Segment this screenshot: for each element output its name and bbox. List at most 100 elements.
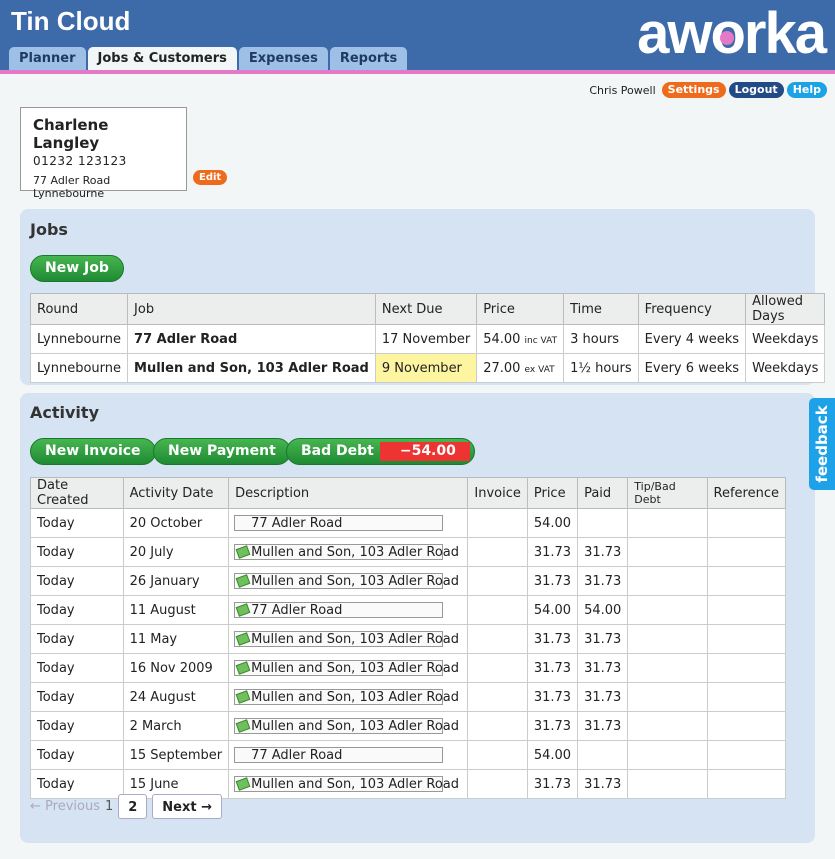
activity-description[interactable]: Mullen and Son, 103 Adler Road: [234, 689, 459, 705]
new-job-button[interactable]: New Job: [30, 255, 124, 282]
jobs-col-header: Allowed Days: [745, 293, 826, 325]
jobs-heading: Jobs: [30, 220, 68, 239]
tab-planner[interactable]: Planner: [9, 47, 86, 70]
activity-description[interactable]: Mullen and Son, 103 Adler Road: [234, 544, 459, 560]
activity-description-cell: 77 Adler Road: [228, 740, 469, 770]
activity-row[interactable]: Today 24 August Mullen and Son, 103 Adler …: [30, 682, 786, 712]
activity-tip: [627, 508, 708, 538]
job-vat-label: ex VAT: [524, 364, 555, 375]
activity-paid: 31.73: [577, 769, 629, 799]
next-button[interactable]: Next →: [152, 794, 223, 819]
activity-description-text: 77 Adler Road: [251, 516, 343, 531]
activity-row[interactable]: Today 16 Nov 2009 Mullen and Son, 103 Adle…: [30, 653, 786, 683]
page-2-button[interactable]: 2: [118, 794, 148, 819]
activity-row[interactable]: Today 2 March Mullen and Son, 103 Adler Ro…: [30, 711, 786, 741]
activity-description[interactable]: Mullen and Son, 103 Adler Road: [234, 718, 459, 734]
activity-description[interactable]: Mullen and Son, 103 Adler Road: [234, 776, 459, 792]
job-frequency: Every 6 weeks: [637, 353, 747, 383]
activity-date: 11 August: [122, 595, 230, 625]
activity-description-text: Mullen and Son, 103 Adler Road: [251, 632, 460, 647]
help-button[interactable]: Help: [786, 82, 827, 98]
activity-description-text: Mullen and Son, 103 Adler Road: [251, 777, 460, 792]
activity-description-cell: Mullen and Son, 103 Adler Road: [228, 653, 469, 683]
activity-date: 15 September: [122, 740, 230, 770]
activity-description-cell: Mullen and Son, 103 Adler Road: [228, 711, 469, 741]
activity-created: Today: [30, 740, 124, 770]
address-line-2: Lynnebourne: [33, 187, 105, 200]
activity-heading: Activity: [30, 403, 99, 422]
activity-col-header: Reference: [706, 477, 786, 509]
activity-invoice: [467, 711, 528, 741]
job-next-due: 17 November: [374, 324, 478, 354]
activity-row[interactable]: Today 20 October 77 Adler Road 54.00: [30, 508, 786, 538]
activity-reference: [706, 595, 786, 625]
job-row[interactable]: Lynnebourne 77 Adler Road 17 November 54.00…: [29, 324, 826, 354]
activity-row[interactable]: Today 26 January Mullen and Son, 103 Adler…: [30, 566, 786, 596]
header-stripe: [0, 70, 835, 74]
activity-paid: 31.73: [577, 624, 629, 654]
activity-created: Today: [30, 595, 124, 625]
activity-description[interactable]: Mullen and Son, 103 Adler Road: [234, 631, 459, 647]
activity-reference: [706, 624, 786, 654]
activity-row[interactable]: Today 20 July Mullen and Son, 103 Adler Ro…: [30, 537, 786, 567]
activity-paid: [577, 740, 629, 770]
activity-paid: 54.00: [577, 595, 629, 625]
activity-paid: 31.73: [577, 711, 629, 741]
activity-reference: [706, 682, 786, 712]
job-row[interactable]: Lynnebourne Mullen and Son, 103 Adler Roa…: [29, 353, 826, 383]
new-payment-button[interactable]: New Payment: [153, 438, 291, 465]
previous-link[interactable]: ← Previous: [30, 799, 100, 814]
activity-price: 31.73: [526, 682, 579, 712]
activity-paid: 31.73: [577, 682, 629, 712]
activity-price: 54.00: [526, 595, 579, 625]
activity-description[interactable]: Mullen and Son, 103 Adler Road: [234, 573, 459, 589]
jobs-col-header: Price: [476, 293, 565, 325]
tab-expenses[interactable]: Expenses: [238, 47, 328, 70]
app-title[interactable]: Tin Cloud: [11, 6, 130, 37]
activity-date: 11 May: [122, 624, 230, 654]
feedback-tab[interactable]: feedback: [809, 398, 835, 490]
activity-invoice: [467, 740, 528, 770]
activity-invoice: [467, 653, 528, 683]
activity-reference: [706, 653, 786, 683]
activity-col-header: Paid: [577, 477, 629, 509]
activity-tip: [627, 653, 708, 683]
job-name-link[interactable]: 77 Adler Road: [127, 324, 376, 354]
tab-reports[interactable]: Reports: [329, 47, 408, 70]
address-line-1: 77 Adler Road: [33, 174, 111, 187]
activity-description-text: 77 Adler Road: [251, 603, 343, 618]
activity-invoice: [467, 595, 528, 625]
new-invoice-button[interactable]: New Invoice: [30, 438, 156, 465]
activity-row[interactable]: Today 15 September 77 Adler Road 54.00: [30, 740, 786, 770]
activity-date: 16 Nov 2009: [122, 653, 230, 683]
bad-debt-button[interactable]: Bad Debt −54.00: [286, 438, 475, 465]
activity-tip: [627, 537, 708, 567]
settings-button[interactable]: Settings: [661, 82, 726, 98]
activity-description-text: 77 Adler Road: [251, 748, 343, 763]
edit-customer-button[interactable]: Edit: [193, 170, 228, 185]
activity-description[interactable]: 77 Adler Road: [234, 602, 444, 618]
user-bar: Chris Powell Settings Logout Help: [589, 82, 827, 98]
activity-invoice: [467, 682, 528, 712]
activity-row[interactable]: Today 11 August 77 Adler Road 54.00 54.00: [30, 595, 786, 625]
activity-description-cell: 77 Adler Road: [228, 595, 469, 625]
customer-name: Charlene Langley: [33, 116, 109, 152]
activity-description-text: Mullen and Son, 103 Adler Road: [251, 661, 460, 676]
job-allowed-days: Weekdays: [745, 324, 826, 354]
activity-description[interactable]: Mullen and Son, 103 Adler Road: [234, 660, 459, 676]
activity-created: Today: [30, 508, 124, 538]
activity-description-cell: Mullen and Son, 103 Adler Road: [228, 624, 469, 654]
logout-button[interactable]: Logout: [728, 82, 784, 98]
activity-reference: [706, 508, 786, 538]
activity-row[interactable]: Today 11 May Mullen and Son, 103 Adler Roa…: [30, 624, 786, 654]
activity-description[interactable]: 77 Adler Road: [234, 515, 444, 531]
main-tabs: Planner Jobs & Customers Expenses Report…: [9, 47, 408, 74]
activity-col-header: Invoice: [467, 477, 528, 509]
aworka-logo[interactable]: aworka: [637, 4, 827, 64]
activity-description[interactable]: 77 Adler Road: [234, 747, 444, 763]
activity-created: Today: [30, 566, 124, 596]
activity-date: 20 October: [122, 508, 230, 538]
activity-tip: [627, 711, 708, 741]
job-name-link[interactable]: Mullen and Son, 103 Adler Road: [127, 353, 376, 383]
activity-col-header: Activity Date: [122, 477, 230, 509]
